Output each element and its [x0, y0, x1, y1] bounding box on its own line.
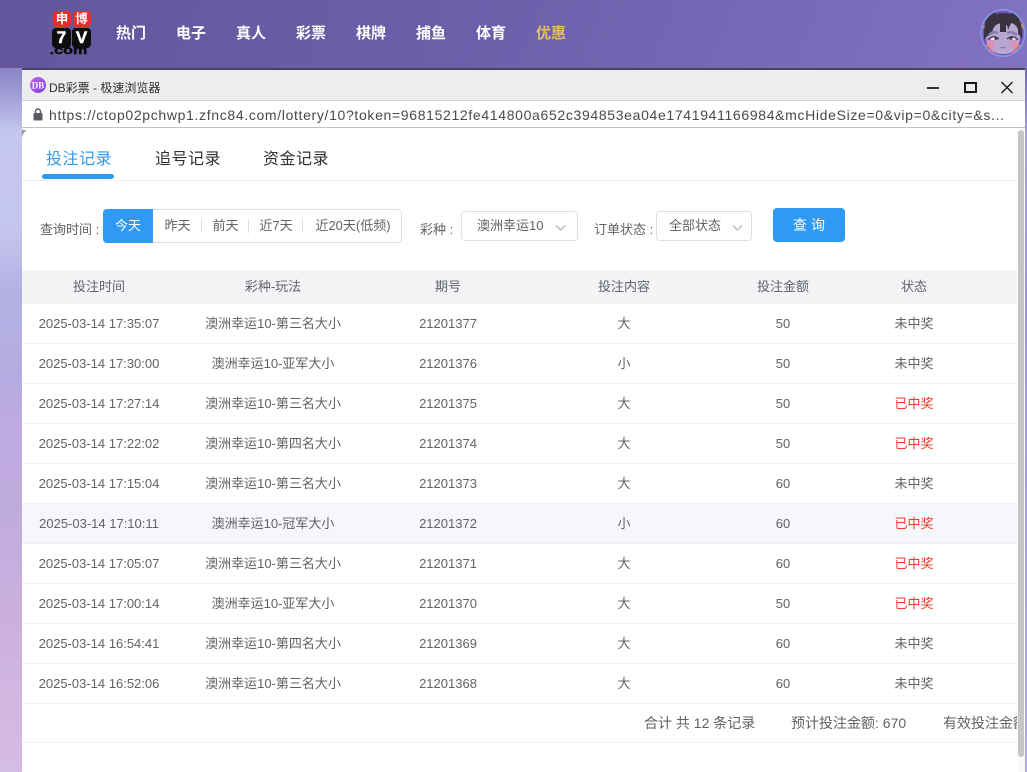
svg-text:DB: DB	[32, 81, 45, 91]
